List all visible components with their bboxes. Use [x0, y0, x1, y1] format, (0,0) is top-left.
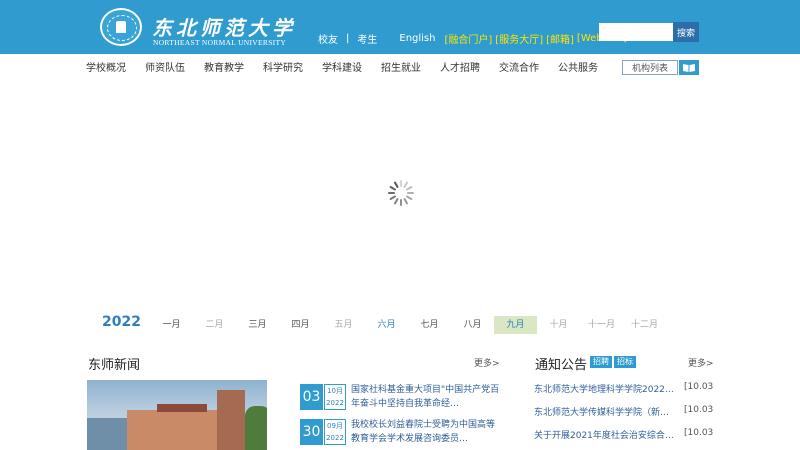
news-item[interactable]: 03 10月 2022 国家社科基金重大项目"中国共产党百年奋斗中坚持自我革命经…	[300, 384, 500, 414]
news-date-year: 2022	[326, 434, 344, 442]
news-more-link[interactable]: 更多>	[474, 356, 500, 369]
photo-tree	[245, 406, 267, 450]
nav-item-admissions[interactable]: 招生就业	[381, 62, 421, 76]
book-icon[interactable]	[679, 60, 699, 75]
spinner-tick	[400, 199, 402, 206]
spinner-tick	[393, 197, 399, 205]
news-date-day: 30	[300, 419, 323, 445]
university-seal-icon	[100, 8, 142, 46]
news-date-month-year: 10月 2022	[324, 384, 346, 410]
news-headline[interactable]: 国家社科基金重大项目"中国共产党百年奋斗中坚持自我革命经…	[351, 383, 501, 411]
portal-link[interactable]: [融合门户]	[444, 31, 492, 46]
month-jun[interactable]: 六月	[365, 316, 408, 334]
english-link[interactable]: English	[399, 33, 435, 44]
nav-item-public-services[interactable]: 公共服务	[558, 62, 598, 76]
tag-tender[interactable]: 招标	[614, 356, 636, 368]
spinner-tick	[403, 197, 409, 205]
notice-date: [10.03	[684, 428, 714, 438]
news-date-month-year: 09月 2022	[324, 419, 346, 445]
org-list-button[interactable]: 机构列表	[622, 60, 678, 75]
nav-item-recruitment[interactable]: 人才招聘	[440, 62, 480, 76]
alumni-link[interactable]: 校友	[318, 31, 338, 46]
news-item[interactable]: 30 09月 2022 我校校长刘益春院士受聘为中国高等教育学会学术发展咨询委员…	[300, 419, 500, 449]
header-bar: 东北师范大学 NORTHEAST NORMAL UNIVERSITY 校友 | …	[0, 0, 800, 54]
news-headline[interactable]: 我校校长刘益春院士受聘为中国高等教育学会学术发展咨询委员…	[351, 418, 501, 446]
news-date-month: 10月	[327, 387, 343, 395]
mail-link[interactable]: [邮箱]	[546, 31, 574, 46]
spinner-tick	[405, 185, 413, 191]
month-may[interactable]: 五月	[322, 316, 365, 334]
month-feb[interactable]: 二月	[193, 316, 236, 334]
nav-item-disciplines[interactable]: 学科建设	[322, 62, 362, 76]
news-date-day: 03	[300, 384, 323, 410]
news-section-title: 东师新闻	[88, 358, 141, 373]
search-button[interactable]: 搜索	[673, 22, 699, 42]
notice-more-link[interactable]: 更多>	[688, 356, 714, 369]
nav-item-faculty[interactable]: 师资队伍	[145, 62, 185, 76]
nav-item-exchange[interactable]: 交流合作	[499, 62, 539, 76]
logo-english-name: NORTHEAST NORMAL UNIVERSITY	[153, 38, 287, 47]
search-input[interactable]	[599, 23, 673, 41]
nav-item-about[interactable]: 学校概况	[86, 62, 126, 76]
spinner-tick	[407, 192, 414, 194]
month-apr[interactable]: 四月	[279, 316, 322, 334]
notice-date: [10.03	[684, 382, 714, 392]
month-oct[interactable]: 十月	[537, 316, 580, 334]
news-photo[interactable]	[87, 380, 267, 450]
nav-item-research[interactable]: 科学研究	[263, 62, 303, 76]
news-date-month: 09月	[327, 422, 343, 430]
link-separator: |	[346, 33, 350, 44]
spinner-tick	[405, 195, 413, 201]
photo-building-tower	[217, 390, 245, 450]
logo-chinese-name: 东北师范大学	[152, 16, 296, 40]
month-mar[interactable]: 三月	[236, 316, 279, 334]
service-hall-link[interactable]: [服务大厅]	[495, 31, 543, 46]
notice-date: [10.03	[684, 405, 714, 415]
news-date-year: 2022	[326, 399, 344, 407]
nav-item-education[interactable]: 教育教学	[204, 62, 244, 76]
top-links: 校友 | 考生 English [融合门户] [服务大厅] [邮箱] [WebV…	[318, 31, 627, 46]
month-jul[interactable]: 七月	[408, 316, 451, 334]
month-aug[interactable]: 八月	[451, 316, 494, 334]
tag-recruitment[interactable]: 招聘	[590, 356, 612, 368]
notice-section-title: 通知公告	[535, 358, 588, 373]
spinner-tick	[400, 180, 402, 187]
photo-building-left	[87, 418, 131, 450]
university-logo[interactable]: 东北师范大学 NORTHEAST NORMAL UNIVERSITY	[100, 8, 292, 48]
timeline-year: 2022	[102, 314, 141, 330]
month-nov[interactable]: 十一月	[580, 316, 623, 334]
main-nav: 学校概况 师资队伍 教育教学 科学研究 学科建设 招生就业 人才招聘 交流合作 …	[86, 62, 617, 76]
month-jan[interactable]: 一月	[150, 316, 193, 334]
examinee-link[interactable]: 考生	[357, 31, 377, 46]
month-sep[interactable]: 九月	[494, 316, 537, 334]
photo-building-roof	[157, 404, 207, 412]
loading-spinner-icon	[388, 180, 414, 206]
month-dec[interactable]: 十二月	[623, 316, 666, 334]
spinner-tick	[388, 192, 395, 194]
timeline-months: 一月 二月 三月 四月 五月 六月 七月 八月 九月 十月 十一月 十二月	[150, 316, 666, 336]
